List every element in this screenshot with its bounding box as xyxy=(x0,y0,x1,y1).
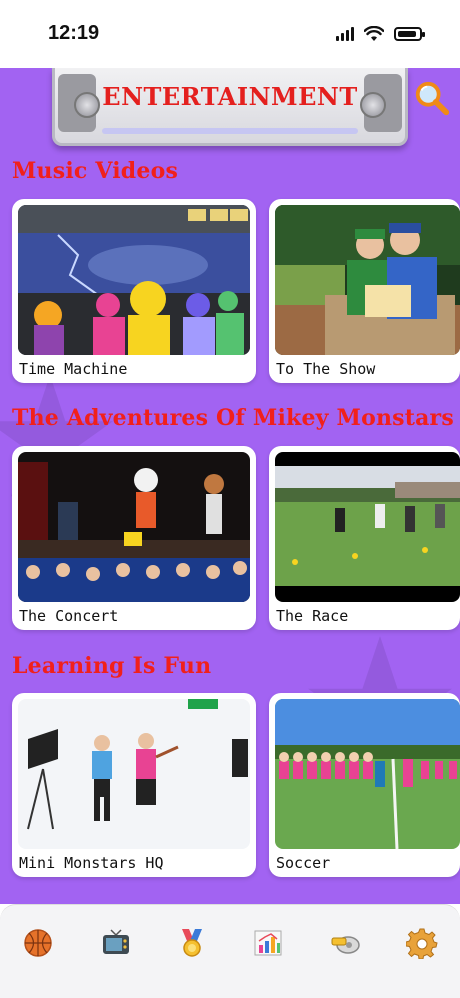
video-card-time-machine[interactable]: Time Machine xyxy=(12,199,256,383)
section-title-music-videos: Music Videos xyxy=(12,158,179,184)
video-card-to-the-show[interactable]: To The Show xyxy=(269,199,460,383)
battery-icon xyxy=(394,27,425,41)
cellular-signal-icon xyxy=(336,27,354,41)
video-thumbnail xyxy=(275,452,460,602)
status-bar: 12:19 xyxy=(0,0,460,68)
video-title: The Race xyxy=(276,607,349,625)
section-title-learning-is-fun: Learning Is Fun xyxy=(12,653,212,679)
status-time: 12:19 xyxy=(48,22,100,44)
video-title: Time Machine xyxy=(19,360,128,378)
video-card-the-concert[interactable]: The Concert xyxy=(12,446,256,630)
main-content: ENTERTAINMENT Music Videos Time Machine … xyxy=(0,68,460,904)
medal-icon[interactable] xyxy=(176,927,208,959)
page-title: ENTERTAINMENT xyxy=(102,82,358,111)
video-card-soccer[interactable]: Soccer xyxy=(269,693,460,877)
video-card-the-race[interactable]: The Race xyxy=(269,446,460,630)
bar-chart-icon[interactable] xyxy=(252,927,284,959)
video-title: Soccer xyxy=(276,854,331,872)
basketball-icon[interactable] xyxy=(22,927,54,959)
video-title: The Concert xyxy=(19,607,119,625)
video-thumbnail xyxy=(18,452,250,602)
video-card-mini-monstars-hq[interactable]: Mini Monstars HQ xyxy=(12,693,256,877)
whistle-icon[interactable] xyxy=(330,927,362,959)
header-banner: ENTERTAINMENT xyxy=(52,68,408,146)
section-title-mikey-monstars: The Adventures Of Mikey Monstars xyxy=(12,405,454,431)
status-icons xyxy=(336,26,425,42)
video-title: Mini Monstars HQ xyxy=(19,854,164,872)
video-thumbnail xyxy=(275,205,460,355)
magnifier-icon[interactable] xyxy=(413,80,451,118)
gear-icon[interactable] xyxy=(406,927,438,959)
tab-bar xyxy=(0,904,460,998)
video-title: To The Show xyxy=(276,360,376,378)
wifi-icon xyxy=(364,26,384,41)
video-thumbnail xyxy=(18,699,250,849)
tv-icon[interactable] xyxy=(100,927,132,959)
video-thumbnail xyxy=(275,699,460,849)
video-thumbnail xyxy=(18,205,250,355)
